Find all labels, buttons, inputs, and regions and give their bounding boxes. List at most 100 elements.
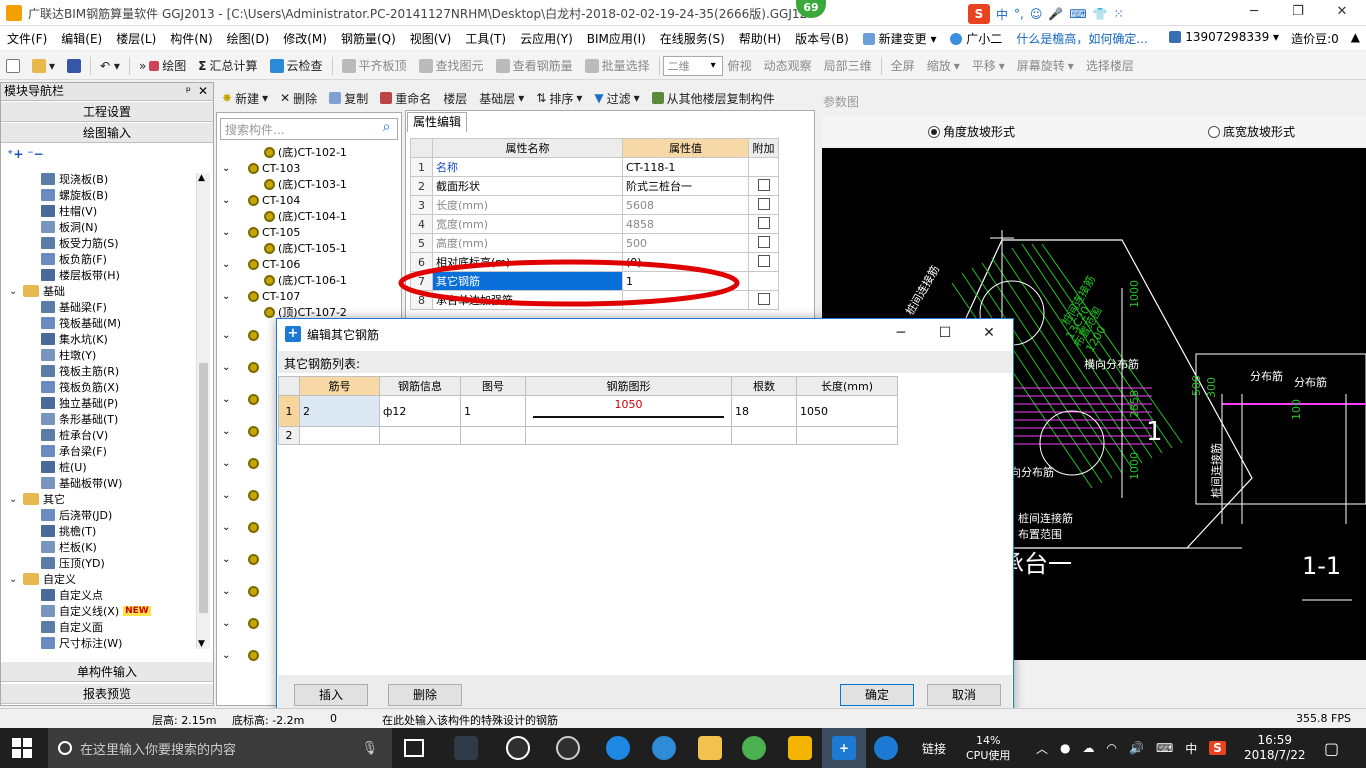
component-list-item[interactable]: ⌄	[222, 650, 259, 664]
row-number[interactable]: 1	[278, 395, 300, 427]
count-cell[interactable]: 18	[731, 395, 797, 427]
menu-edit[interactable]: 编辑(E)	[54, 30, 109, 47]
expand-chevron-icon[interactable]: ⌄	[222, 195, 230, 206]
delete-button[interactable]: 删除	[388, 684, 462, 706]
property-row[interactable]: 1 名称 CT-118-1	[410, 157, 779, 177]
component-search-input[interactable]: 搜索构件...	[220, 118, 398, 140]
property-row[interactable]: 3 长度(mm) 5608	[410, 195, 779, 215]
link-toolbar[interactable]: 链接	[922, 728, 946, 768]
count-cell[interactable]	[731, 426, 797, 445]
swirl-app-icon[interactable]	[556, 736, 580, 760]
fullscreen-button[interactable]: 全屏	[885, 57, 921, 74]
bar-info-cell[interactable]: ф12	[379, 395, 461, 427]
menu-rebar-qty[interactable]: 钢筋量(Q)	[334, 30, 403, 47]
select-floor-button[interactable]: 选择楼层	[1080, 57, 1140, 74]
menu-bim[interactable]: BIM应用(I)	[580, 30, 653, 47]
expand-chevron-icon[interactable]: ⌄	[222, 163, 230, 174]
expand-chevron-icon[interactable]: ⌄	[222, 586, 230, 597]
bar-no-cell[interactable]	[299, 426, 380, 445]
menu-new-change[interactable]: 新建变更 ▾	[856, 30, 944, 47]
component-list-item[interactable]: ⌄	[222, 490, 259, 504]
clock[interactable]: 16:59 2018/7/22	[1244, 728, 1306, 768]
sogou-tray-icon[interactable]: S	[1209, 741, 1226, 755]
menu-draw[interactable]: 绘图(D)	[220, 30, 277, 47]
save-icon[interactable]	[61, 58, 87, 73]
tree-item[interactable]: 板负筋(F)	[41, 251, 107, 267]
scroll-thumb[interactable]	[199, 363, 208, 613]
tree-item[interactable]: 自定义面	[41, 619, 103, 635]
bottom-width-slope-radio[interactable]: 底宽放坡形式	[1208, 123, 1295, 140]
pinwheel-app-icon[interactable]	[454, 736, 478, 760]
bottom-width-slope-radio-dot[interactable]	[1208, 125, 1220, 138]
component-list-item[interactable]: ⌄	[222, 522, 259, 536]
extra-checkbox[interactable]	[757, 178, 770, 191]
expand-chevron-icon[interactable]: ⌄	[222, 650, 230, 661]
expand-chevron-icon[interactable]: ⌄	[9, 574, 19, 585]
tree-item[interactable]: 板洞(N)	[41, 219, 98, 235]
new-file-icon[interactable]	[0, 58, 26, 73]
property-value[interactable]: 5608	[622, 195, 749, 215]
insert-button[interactable]: 插入	[294, 684, 368, 706]
ime-mode[interactable]: 中	[996, 6, 1008, 23]
menu-view[interactable]: 视图(V)	[403, 30, 459, 47]
expand-chevron-icon[interactable]: ⌄	[222, 554, 230, 565]
sogou-ime-icon[interactable]: S	[968, 4, 990, 24]
component-list-item[interactable]: ⌄	[222, 394, 259, 408]
summary-calc-button[interactable]: Σ 汇总计算	[192, 57, 263, 74]
beans-count[interactable]: 造价豆:0	[1291, 30, 1339, 47]
tree-item[interactable]: 承台梁(F)	[41, 443, 107, 459]
expand-chevron-icon[interactable]: ⌄	[222, 259, 230, 270]
figure-no-cell[interactable]	[460, 426, 526, 445]
pin-icon[interactable]: ᵖ	[186, 83, 191, 100]
cloud-sync-icon[interactable]: ☁	[1083, 741, 1095, 755]
show-hidden-icons-icon[interactable]: ︿	[1036, 740, 1048, 757]
component-list-child[interactable]: (底)CT-105-1	[264, 240, 347, 256]
tree-item[interactable]: 桩(U)	[41, 459, 87, 475]
ime-punct-icon[interactable]: °,	[1014, 7, 1024, 21]
menu-help[interactable]: 帮助(H)	[732, 30, 788, 47]
component-list-item[interactable]: ⌄ CT-104	[222, 192, 300, 208]
menu-modify[interactable]: 修改(M)	[276, 30, 334, 47]
length-cell[interactable]: 1050	[796, 395, 898, 427]
orbit-button[interactable]: 动态观察	[758, 57, 818, 74]
tree-item[interactable]: 尺寸标注(W)	[41, 635, 122, 651]
restore-icon[interactable]: ❐	[1290, 4, 1306, 20]
pan-button[interactable]: 平移 ▾	[966, 57, 1011, 74]
expand-chevron-icon[interactable]: ⌄	[9, 286, 19, 297]
component-list-child[interactable]: (底)CT-106-1	[264, 272, 347, 288]
tree-item[interactable]: 筏板负筋(X)	[41, 379, 119, 395]
top-view-button[interactable]: 俯视	[722, 57, 758, 74]
task-view-icon[interactable]	[404, 739, 424, 757]
figure-no-cell[interactable]: 1	[460, 395, 526, 427]
floor-select[interactable]: 基础层 ▾	[473, 90, 530, 107]
ggj-app-active[interactable]: +	[822, 728, 866, 768]
expand-chevron-icon[interactable]: ⌄	[222, 227, 230, 238]
tree-item[interactable]: 基础梁(F)	[41, 299, 107, 315]
rename-component-button[interactable]: 重命名	[374, 90, 437, 107]
user-phone[interactable]: 13907298339 ▾	[1169, 30, 1279, 47]
property-row[interactable]: 4 宽度(mm) 4858	[410, 214, 779, 234]
property-value[interactable]: 500	[622, 233, 749, 253]
tree-group[interactable]: ⌄ 基础	[9, 283, 65, 299]
angle-slope-radio-dot[interactable]	[928, 125, 940, 138]
component-list-child[interactable]: (底)CT-104-1	[264, 208, 347, 224]
bar-no-cell[interactable]: 2	[299, 395, 380, 427]
copy-from-floor-button[interactable]: 从其他楼层复制构件	[646, 90, 781, 107]
close-panel-icon[interactable]: ✕	[198, 83, 208, 100]
menu-tools[interactable]: 工具(T)	[458, 30, 513, 47]
ime-skin-icon[interactable]: 👕	[1093, 7, 1108, 21]
extra-checkbox[interactable]	[757, 292, 770, 305]
menu-online[interactable]: 在线服务(S)	[653, 30, 732, 47]
expand-chevron-icon[interactable]: ⌄	[222, 458, 230, 469]
filter-button[interactable]: ▼ 过滤 ▾	[588, 90, 645, 107]
draw-button[interactable]: » 绘图	[133, 57, 192, 74]
tree-item[interactable]: 板受力筋(S)	[41, 235, 119, 251]
align-slab-top-button[interactable]: 平齐板顶	[336, 57, 413, 74]
menu-file[interactable]: 文件(F)	[0, 30, 54, 47]
menu-component[interactable]: 构件(N)	[163, 30, 219, 47]
tree-group[interactable]: ⌄ 其它	[9, 491, 65, 507]
component-list-item[interactable]: ⌄	[222, 330, 259, 344]
ime-tools-icon[interactable]: ⁙	[1114, 7, 1124, 21]
expand-chevron-icon[interactable]: ⌄	[222, 522, 230, 533]
bar-info-cell[interactable]	[379, 426, 461, 445]
